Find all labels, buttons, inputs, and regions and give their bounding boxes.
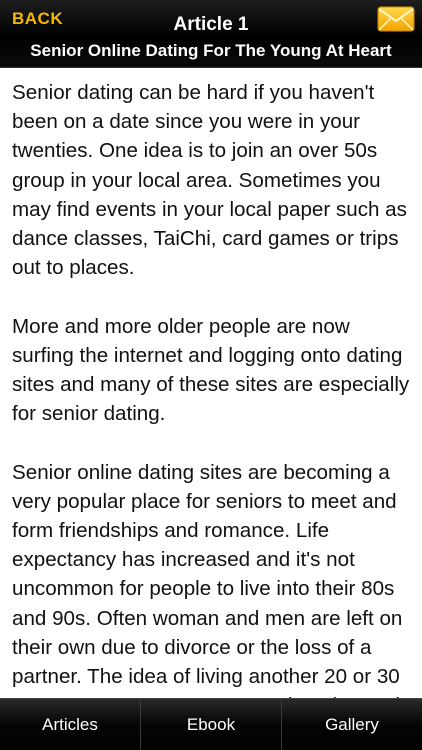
article-paragraph: More and more older people are now surfi… xyxy=(12,314,410,426)
tab-ebook[interactable]: Ebook xyxy=(140,699,281,750)
navigation-bar: BACK Article 1 Senior Online Dating For … xyxy=(0,0,422,68)
mail-envelope-icon xyxy=(377,6,415,32)
mail-button[interactable] xyxy=(377,6,415,32)
page-title: Article 1 xyxy=(173,14,249,35)
tab-gallery[interactable]: Gallery xyxy=(281,699,422,750)
article-subtitle: Senior Online Dating For The Young At He… xyxy=(30,41,392,60)
article-paragraph: Senior dating can be hard if you haven't… xyxy=(12,81,407,280)
article-paragraph: Senior online dating sites are becoming … xyxy=(12,460,403,698)
article-body: Senior dating can be hard if you haven't… xyxy=(0,68,422,698)
article-content[interactable]: Senior dating can be hard if you haven't… xyxy=(0,68,422,698)
tab-articles[interactable]: Articles xyxy=(0,699,140,750)
tab-bar: Articles Ebook Gallery xyxy=(0,698,422,750)
